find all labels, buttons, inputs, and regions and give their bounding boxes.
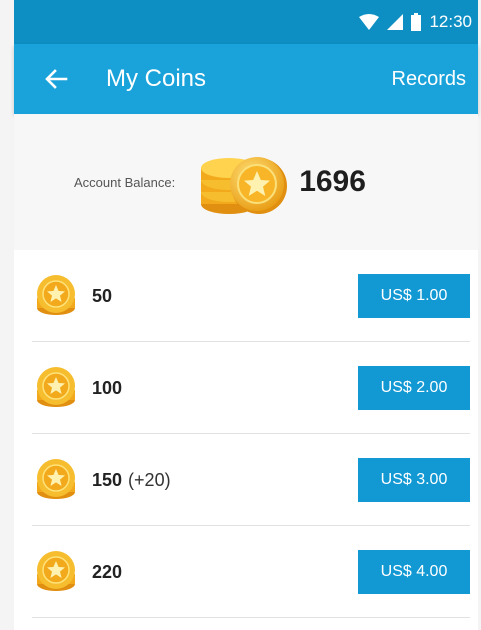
coin-icon — [34, 274, 78, 318]
pack-amount: 50 — [92, 285, 113, 306]
pack-amount: 220 — [92, 561, 123, 582]
divider — [32, 617, 470, 618]
coin-stack-icon — [199, 146, 289, 218]
list-item: 100 US$ 2.00 — [14, 342, 478, 434]
balance-value: 1696 — [299, 165, 366, 198]
signal-icon — [387, 14, 404, 30]
status-time: 12:30 — [429, 12, 472, 31]
pack-bonus: (+20) — [128, 469, 171, 490]
back-button[interactable] — [36, 59, 76, 99]
balance-label: Account Balance: — [74, 174, 176, 190]
battery-icon — [411, 13, 422, 31]
list-item: 150 (+20) US$ 3.00 — [14, 434, 478, 526]
coins-screen: 12:30 My Coins Records Account Balance: — [0, 0, 481, 630]
buy-button[interactable]: US$ 2.00 — [358, 366, 470, 410]
device-edge — [0, 0, 14, 630]
pack-amount: 150 — [92, 469, 123, 490]
coin-icon — [34, 550, 78, 594]
buy-button[interactable]: US$ 3.00 — [358, 458, 470, 502]
arrow-left-icon — [45, 69, 68, 89]
app-bar: My Coins Records — [14, 44, 478, 114]
list-item: 50 US$ 1.00 — [14, 250, 478, 342]
wifi-icon — [359, 14, 380, 30]
buy-button[interactable]: US$ 4.00 — [358, 550, 470, 594]
status-bar: 12:30 — [14, 0, 478, 44]
page-title: My Coins — [106, 65, 207, 92]
list-item: 220 US$ 4.00 — [14, 526, 478, 618]
coin-pack-list: 50 US$ 1.00 100 US$ 2.00 150 (+20) US$ 3… — [14, 250, 478, 618]
coin-icon — [34, 366, 78, 410]
records-button[interactable]: Records — [392, 68, 466, 91]
buy-button[interactable]: US$ 1.00 — [358, 274, 470, 318]
balance-panel: Account Balance: 1696 — [14, 114, 478, 250]
coin-icon — [34, 458, 78, 502]
pack-amount: 100 — [92, 377, 123, 398]
